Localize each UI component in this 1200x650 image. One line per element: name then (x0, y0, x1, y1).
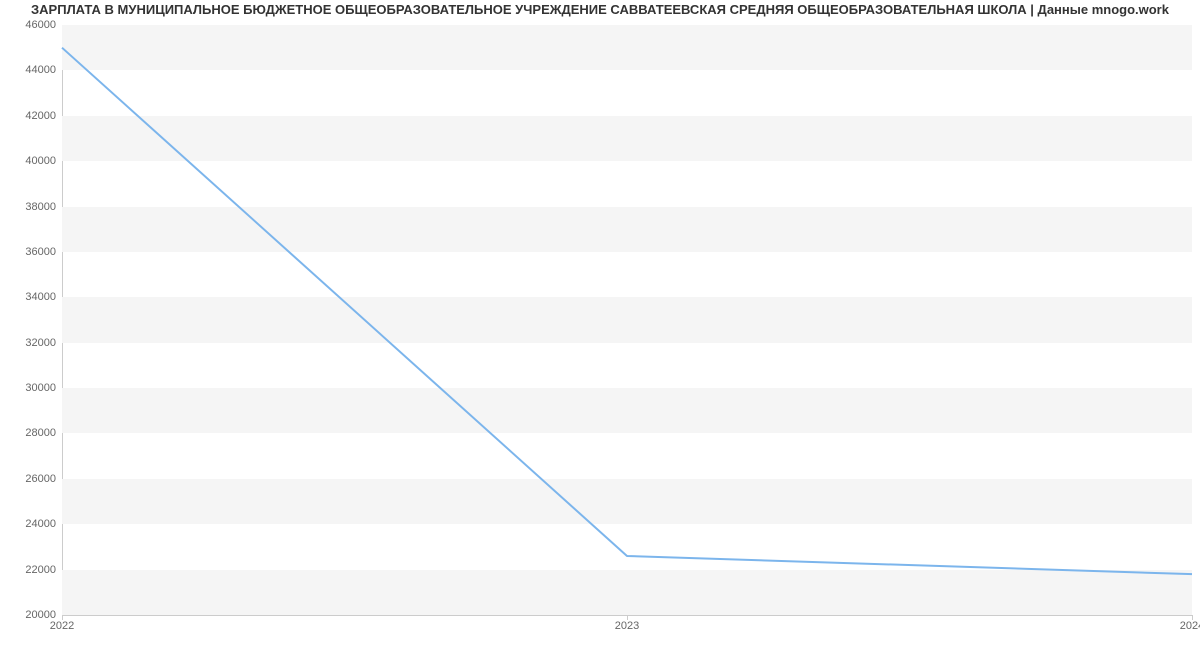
y-tick-label: 32000 (25, 337, 56, 349)
x-tick-label: 2023 (615, 620, 639, 632)
y-tick-label: 24000 (25, 518, 56, 530)
y-tick-label: 40000 (25, 155, 56, 167)
y-tick-label: 30000 (25, 382, 56, 394)
x-tick-label: 2022 (50, 620, 74, 632)
data-line (62, 48, 1192, 574)
chart-title: ЗАРПЛАТА В МУНИЦИПАЛЬНОЕ БЮДЖЕТНОЕ ОБЩЕО… (0, 2, 1200, 17)
y-tick-label: 44000 (25, 64, 56, 76)
y-tick-label: 38000 (25, 201, 56, 213)
y-tick-label: 28000 (25, 427, 56, 439)
y-tick-label: 34000 (25, 291, 56, 303)
y-tick-label: 36000 (25, 246, 56, 258)
x-tick-label: 2024 (1180, 620, 1200, 632)
y-tick-label: 42000 (25, 110, 56, 122)
y-tick-label: 22000 (25, 564, 56, 576)
y-tick-label: 46000 (25, 19, 56, 31)
y-tick-label: 26000 (25, 473, 56, 485)
plot-area (62, 25, 1192, 615)
chart-svg (62, 25, 1192, 615)
